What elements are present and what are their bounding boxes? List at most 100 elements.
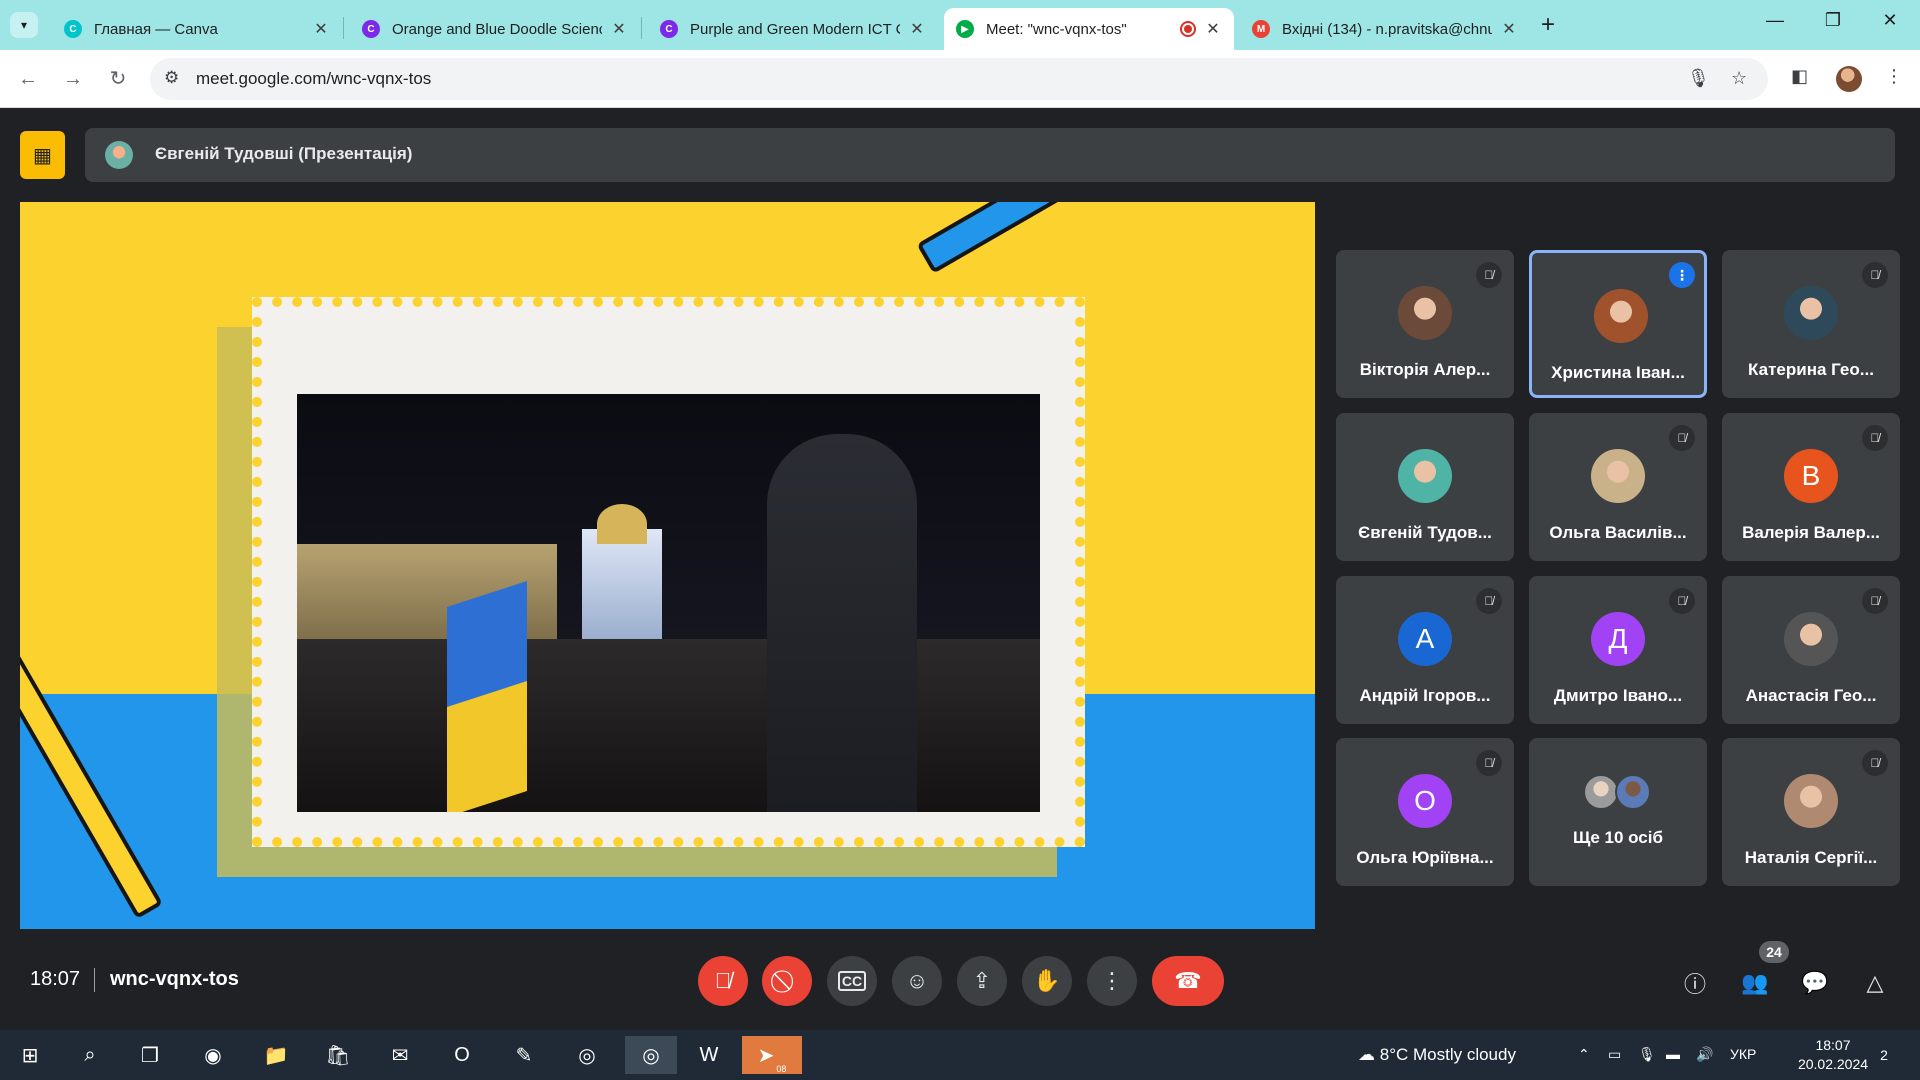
mic-off-icon: 🎙̸ — [1862, 425, 1888, 451]
chrome-icon[interactable]: ◎ — [567, 1036, 607, 1074]
reactions-button[interactable]: ☺ — [892, 956, 942, 1006]
task-view-icon[interactable]: ❐ — [130, 1036, 170, 1074]
people-button[interactable]: 👥 — [1738, 966, 1772, 1000]
avatar — [1784, 286, 1838, 340]
side-panel-icon[interactable]: ◧ — [1791, 66, 1808, 87]
notification-count: 2 — [1880, 1047, 1888, 1063]
participant-tile[interactable]: Анастасія Гео... 🎙̸ — [1722, 576, 1900, 724]
recording-icon — [1180, 21, 1196, 37]
info-icon: ⓘ — [1683, 972, 1706, 997]
tab-purple-green-ict[interactable]: C Purple and Green Modern ICT C ✕ — [648, 8, 938, 50]
browser-menu-icon[interactable]: ⋮ — [1885, 66, 1903, 87]
activities-button[interactable]: △ — [1858, 966, 1892, 1000]
tab-search-button[interactable]: ▾ — [10, 12, 38, 38]
participant-tile[interactable]: Христина Іван... ⋮ — [1529, 250, 1707, 398]
microphone-off-button[interactable]: 🎙̸ — [698, 956, 748, 1006]
raise-hand-button[interactable]: ✋ — [1022, 956, 1072, 1006]
chevron-up-icon[interactable]: ⌃ — [1578, 1046, 1590, 1063]
participant-name: Євгеній Тудов... — [1358, 523, 1492, 542]
mic-tray-icon[interactable]: 🎙 — [1638, 1046, 1656, 1063]
store-icon[interactable]: 🛍 — [318, 1036, 358, 1074]
participant-tile[interactable]: Євгеній Тудов... — [1336, 413, 1514, 561]
speaking-indicator-icon: ⋮ — [1669, 262, 1695, 288]
weather-widget[interactable]: ☁ 8°C Mostly cloudy — [1358, 1045, 1516, 1065]
windows-start-icon[interactable]: ⊞ — [10, 1036, 50, 1074]
participant-name: Наталія Сергії... — [1744, 848, 1878, 867]
meet-tray-icon[interactable]: ▭ — [1608, 1046, 1621, 1063]
chat-button[interactable]: 💬 — [1798, 966, 1832, 1000]
cloud-icon: ☁ — [1358, 1045, 1380, 1064]
minimize-button[interactable]: — — [1755, 10, 1795, 31]
avatar — [1784, 774, 1838, 828]
new-tab-button[interactable]: + — [1541, 12, 1555, 38]
file-explorer-icon[interactable]: 📁 — [256, 1036, 296, 1074]
participant-tile[interactable]: Наталія Сергії... 🎙̸ — [1722, 738, 1900, 886]
weather-text: 8°C Mostly cloudy — [1379, 1045, 1516, 1064]
present-screen-button[interactable]: ⇪ — [957, 956, 1007, 1006]
close-window-button[interactable]: ✕ — [1870, 10, 1910, 31]
site-info-icon[interactable]: ⚙ — [164, 68, 179, 88]
close-icon[interactable]: ✕ — [1204, 19, 1222, 39]
participant-tile[interactable]: Катерина Гео... 🎙̸ — [1722, 250, 1900, 398]
slide-photo — [297, 394, 1040, 812]
avatar — [1591, 449, 1645, 503]
participant-tile[interactable]: Ольга Василів... 🎙̸ — [1529, 413, 1707, 561]
leave-call-button[interactable]: ☎ — [1152, 956, 1224, 1006]
search-icon[interactable]: ⌕ — [70, 1036, 110, 1074]
close-icon[interactable]: ✕ — [610, 19, 628, 39]
participant-tile[interactable]: Вікторія Алер... 🎙̸ — [1336, 250, 1514, 398]
tab-meet[interactable]: ▶ Meet: "wnc-vqnx-tos" ✕ — [944, 8, 1234, 50]
avatar: А — [1398, 612, 1452, 666]
address-bar[interactable]: ⚙ meet.google.com/wnc-vqnx-tos 🎙 ☆ — [150, 58, 1768, 100]
presenter-label: Євгеній Тудовші (Презентація) — [155, 144, 413, 163]
close-icon[interactable]: ✕ — [1500, 19, 1518, 39]
mic-off-icon: 🎙̸ — [1862, 750, 1888, 776]
participant-tile[interactable]: Д Дмитро Івано... 🎙̸ — [1529, 576, 1707, 724]
reload-button[interactable]: ↻ — [103, 64, 133, 94]
participant-tile[interactable]: А Андрій Ігоров... 🎙̸ — [1336, 576, 1514, 724]
tab-canva-home[interactable]: C Главная — Canva ✕ — [52, 8, 342, 50]
close-icon[interactable]: ✕ — [312, 19, 330, 39]
mail-icon[interactable]: ✉ — [380, 1036, 420, 1074]
activities-icon: △ — [1866, 970, 1884, 995]
word-icon[interactable]: W — [689, 1036, 729, 1074]
meeting-code: wnc-vqnx-tos — [110, 968, 239, 990]
people-icon: 👥 — [1741, 970, 1769, 995]
camera-off-button[interactable]: ⃠ — [762, 956, 812, 1006]
close-icon[interactable]: ✕ — [908, 19, 926, 39]
participant-tile[interactable]: В Валерія Валер... 🎙̸ — [1722, 413, 1900, 561]
participant-name: Дмитро Івано... — [1553, 686, 1683, 705]
avatar — [1784, 612, 1838, 666]
profile-avatar[interactable] — [1836, 66, 1862, 92]
volume-icon[interactable]: 🔊 — [1696, 1046, 1713, 1063]
tab-orange-doodle[interactable]: C Orange and Blue Doodle Scienc ✕ — [350, 8, 640, 50]
opera-icon[interactable]: O — [442, 1036, 482, 1074]
captions-button[interactable]: CC — [827, 956, 877, 1006]
meeting-info-button[interactable]: ⓘ — [1678, 966, 1712, 1000]
microphone-icon[interactable]: 🎙 — [1687, 68, 1710, 89]
bookmark-star-icon[interactable]: ☆ — [1731, 68, 1747, 89]
participant-name: Ольга Василів... — [1549, 523, 1687, 542]
more-options-button[interactable]: ⋮ — [1087, 956, 1137, 1006]
participant-name: Валерія Валер... — [1742, 523, 1880, 542]
captions-icon: CC — [837, 971, 867, 991]
system-clock[interactable]: 18:07 20.02.2024 — [1793, 1036, 1873, 1074]
back-button[interactable]: ← — [13, 64, 43, 94]
participant-tile[interactable]: Ще 10 осіб — [1529, 738, 1707, 886]
forward-button[interactable]: → — [58, 64, 88, 94]
participant-tile[interactable]: О Ольга Юріївна... 🎙̸ — [1336, 738, 1514, 886]
chrome-active-icon[interactable]: ◎ — [625, 1036, 677, 1074]
mic-off-icon: 🎙̸ — [1862, 262, 1888, 288]
restore-button[interactable]: ❐ — [1813, 10, 1853, 31]
battery-icon[interactable]: ▬ — [1666, 1046, 1680, 1062]
notifications-icon[interactable]: 2 — [1870, 1042, 1898, 1068]
paint-icon[interactable]: ✎ — [504, 1036, 544, 1074]
edge-icon[interactable]: ◉ — [193, 1036, 233, 1074]
phone-hangup-icon: ☎ — [1174, 968, 1202, 993]
participant-name: Катерина Гео... — [1748, 360, 1874, 379]
telegram-icon[interactable]: ➤ 08 — [742, 1036, 802, 1074]
language-indicator[interactable]: УКР — [1730, 1046, 1756, 1062]
participant-count-badge: 24 — [1759, 941, 1789, 963]
presentation-badge-icon[interactable]: ▦ — [20, 131, 65, 179]
tab-gmail[interactable]: M Вхідні (134) - n.pravitska@chnu ✕ — [1240, 8, 1530, 50]
